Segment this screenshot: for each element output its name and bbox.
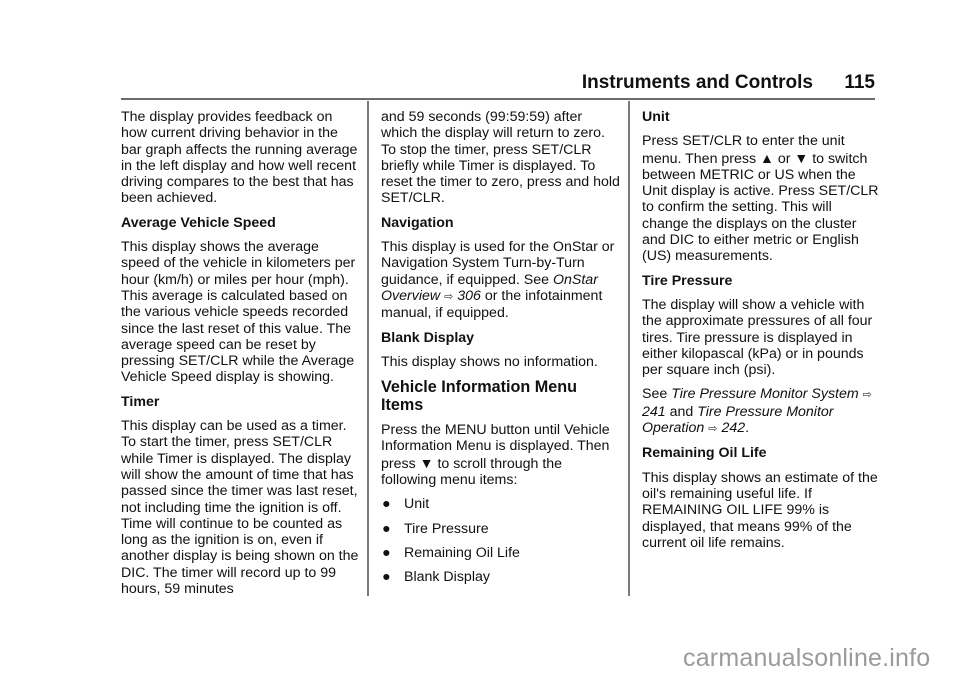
tpms-link[interactable]: Tire Pressure Monitor System — [671, 386, 859, 402]
bullet-icon: ● — [382, 520, 391, 537]
average-vehicle-speed-heading: Average Vehicle Speed — [121, 214, 276, 231]
list-item: ● Unit — [381, 496, 621, 512]
down-arrow-icon: ▼ — [419, 454, 434, 471]
page-header: Instruments and Controls 115 — [121, 68, 875, 100]
average-vehicle-speed-body: This display shows the average speed of … — [121, 239, 356, 386]
unit-heading: Unit — [642, 109, 670, 125]
page-number: 115 — [844, 72, 875, 93]
list-item-label: Remaining Oil Life — [404, 544, 520, 561]
see-text: . — [745, 420, 750, 437]
see-text: See — [642, 386, 672, 403]
header-rule — [121, 98, 875, 100]
blank-display-heading: Blank Display — [381, 329, 475, 346]
column-divider — [367, 101, 369, 596]
list-item-label: Unit — [404, 496, 430, 513]
column-divider — [628, 101, 630, 596]
down-arrow-icon: ▼ — [794, 149, 809, 166]
bullet-icon: ● — [382, 544, 391, 561]
page-ref-arrow-icon: ⇨ — [444, 290, 454, 303]
list-item: ● Blank Display — [381, 569, 621, 585]
vehicle-information-menu-body: Press the MENU button until Vehicle Info… — [381, 422, 621, 488]
navigation-body: This display is used for the OnStar or N… — [381, 239, 621, 321]
remaining-oil-life-body: This display shows an estimate of the oi… — [642, 469, 878, 551]
bullet-icon: ● — [382, 496, 391, 513]
list-item: ● Tire Pressure — [381, 521, 621, 537]
tire-pressure-body: The display will show a vehicle with the… — [642, 296, 873, 379]
menu-items-list: ● Unit ● Tire Pressure ● Remaining Oil Life… — [381, 496, 621, 585]
vehicle-information-menu-heading: Vehicle Information Menu Items — [381, 378, 578, 415]
unit-body: Press SET/CLR to enter the unit menu. Th… — [642, 133, 882, 264]
timer-heading: Timer — [121, 393, 160, 410]
onstar-page-ref[interactable]: 306 — [457, 288, 481, 304]
column-2: and 59 seconds (99:59:59) after which th… — [381, 109, 621, 594]
section-title: Instruments and Controls — [581, 72, 813, 93]
up-arrow-icon: ▲ — [760, 149, 774, 166]
unit-text: to switch between METRIC or US when the … — [642, 150, 879, 265]
list-item-label: Blank Display — [404, 569, 490, 586]
watermark: carmanualsonline.info — [683, 644, 931, 672]
tire-pressure-heading: Tire Pressure — [642, 272, 733, 289]
intro-paragraph: The display provides feedback on how cur… — [121, 109, 358, 207]
blank-display-body: This display shows no information. — [381, 353, 598, 370]
page-ref-arrow-icon: ⇨ — [862, 389, 872, 402]
column-3: Unit Press SET/CLR to enter the unit men… — [642, 109, 882, 559]
see-text: and — [665, 403, 698, 420]
timer-body: This display can be used as a timer. To … — [121, 418, 359, 598]
remaining-oil-life-heading: Remaining Oil Life — [642, 445, 767, 462]
column-1: The display provides feedback on how cur… — [121, 109, 361, 605]
tpm-operation-page-ref[interactable]: 242 — [721, 420, 745, 436]
navigation-heading: Navigation — [381, 214, 454, 231]
timer-continued: and 59 seconds (99:59:59) after which th… — [381, 109, 620, 207]
unit-text: or — [773, 150, 795, 167]
tire-pressure-see-also: See Tire Pressure Monitor System ⇨ 241 a… — [642, 386, 882, 437]
list-item-label: Tire Pressure — [404, 520, 489, 537]
bullet-icon: ● — [382, 569, 391, 586]
list-item: ● Remaining Oil Life — [381, 545, 621, 561]
page-ref-arrow-icon: ⇨ — [708, 423, 718, 436]
tpms-page-ref[interactable]: 241 — [642, 404, 666, 420]
